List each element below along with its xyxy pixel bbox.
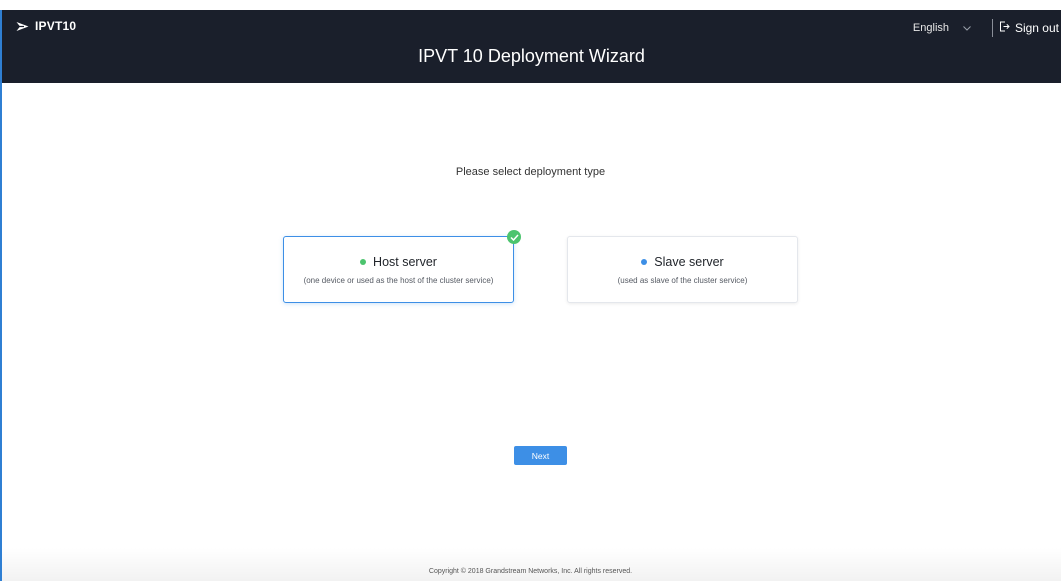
top-edge (0, 0, 1061, 10)
sign-out-button[interactable]: Sign out (999, 21, 1059, 35)
host-server-description: (one device or used as the host of the c… (303, 276, 494, 285)
page-title: IPVT 10 Deployment Wizard (418, 46, 645, 66)
next-button[interactable]: Next (514, 446, 567, 465)
app-window (0, 0, 1061, 581)
app-logo[interactable]: IPVT10 (16, 19, 76, 33)
deployment-type-prompt: Please select deployment type (455, 166, 606, 178)
status-dot-green (360, 259, 367, 265)
header-bar: IPVT10 IPVT 10 Deployment Wizard English… (2, 10, 1061, 83)
language-label: English (912, 22, 949, 34)
footer-background (2, 548, 1061, 581)
chevron-down-icon (963, 23, 971, 33)
check-icon (507, 230, 521, 244)
host-server-option[interactable]: Host server (one device or used as the h… (283, 230, 521, 303)
app-name: IPVT10 (35, 19, 77, 33)
slave-server-title: Slave server (568, 255, 797, 269)
slave-server-option[interactable]: Slave server (used as slave of the clust… (567, 236, 798, 303)
language-selector[interactable]: English (913, 22, 971, 34)
slave-server-description: (used as slave of the cluster service) (617, 276, 748, 285)
logo-icon (16, 21, 29, 32)
copyright-footer: Copyright © 2018 Grandstream Networks, I… (428, 568, 633, 575)
slave-server-label: Slave server (654, 255, 724, 269)
host-server-title: Host server (284, 255, 513, 269)
sign-out-label: Sign out (1014, 21, 1059, 35)
status-dot-blue (641, 259, 648, 265)
sign-out-icon (999, 21, 1010, 35)
host-server-label: Host server (373, 255, 437, 269)
header-divider (992, 19, 993, 37)
